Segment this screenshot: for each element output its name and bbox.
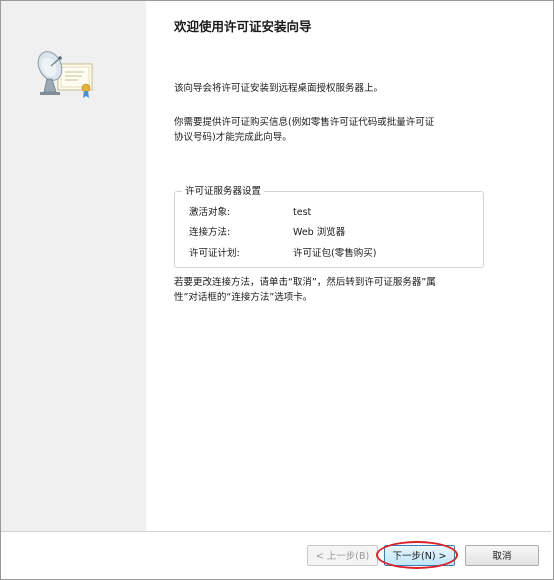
page-title: 欢迎使用许可证安装向导 [174, 19, 312, 34]
setting-value: Web 浏览器 [293, 227, 346, 238]
note-line: 若要更改连接方法，请单击“取消”，然后转到许可证服务器”属 [174, 277, 436, 288]
button-bar-divider [1, 531, 551, 532]
info-text-line: 你需要提供许可证购买信息(例如零售许可证代码或批量许可证 [174, 117, 435, 128]
setting-label: 连接方法: [189, 227, 231, 238]
back-button[interactable]: < 上一步(B) [307, 545, 378, 566]
setting-value: 许可证包(零售购买) [293, 248, 377, 259]
setting-label: 激活对象: [189, 207, 231, 218]
cancel-button[interactable]: 取消 [465, 545, 539, 566]
license-server-settings-group: 许可证服务器设置 激活对象: test 连接方法: Web 浏览器 许可证计划:… [174, 185, 484, 268]
info-text-line: 协议号码)才能完成此向导。 [174, 132, 292, 143]
setting-value: test [293, 207, 312, 218]
next-button[interactable]: 下一步(N) > [384, 545, 455, 566]
note-line: 性”对话框的“连接方法”选项卡。 [174, 292, 313, 303]
group-title: 许可证服务器设置 [182, 185, 265, 198]
change-method-note: 若要更改连接方法，请单击“取消”，然后转到许可证服务器”属 性”对话框的“连接方… [174, 275, 474, 305]
intro-text: 该向导会将许可证安装到远程桌面授权服务器上。 [174, 83, 384, 94]
setting-label: 许可证计划: [189, 248, 240, 259]
satellite-certificate-icon [37, 51, 93, 98]
info-text: 你需要提供许可证购买信息(例如零售许可证代码或批量许可证 协议号码)才能完成此向… [174, 115, 474, 145]
